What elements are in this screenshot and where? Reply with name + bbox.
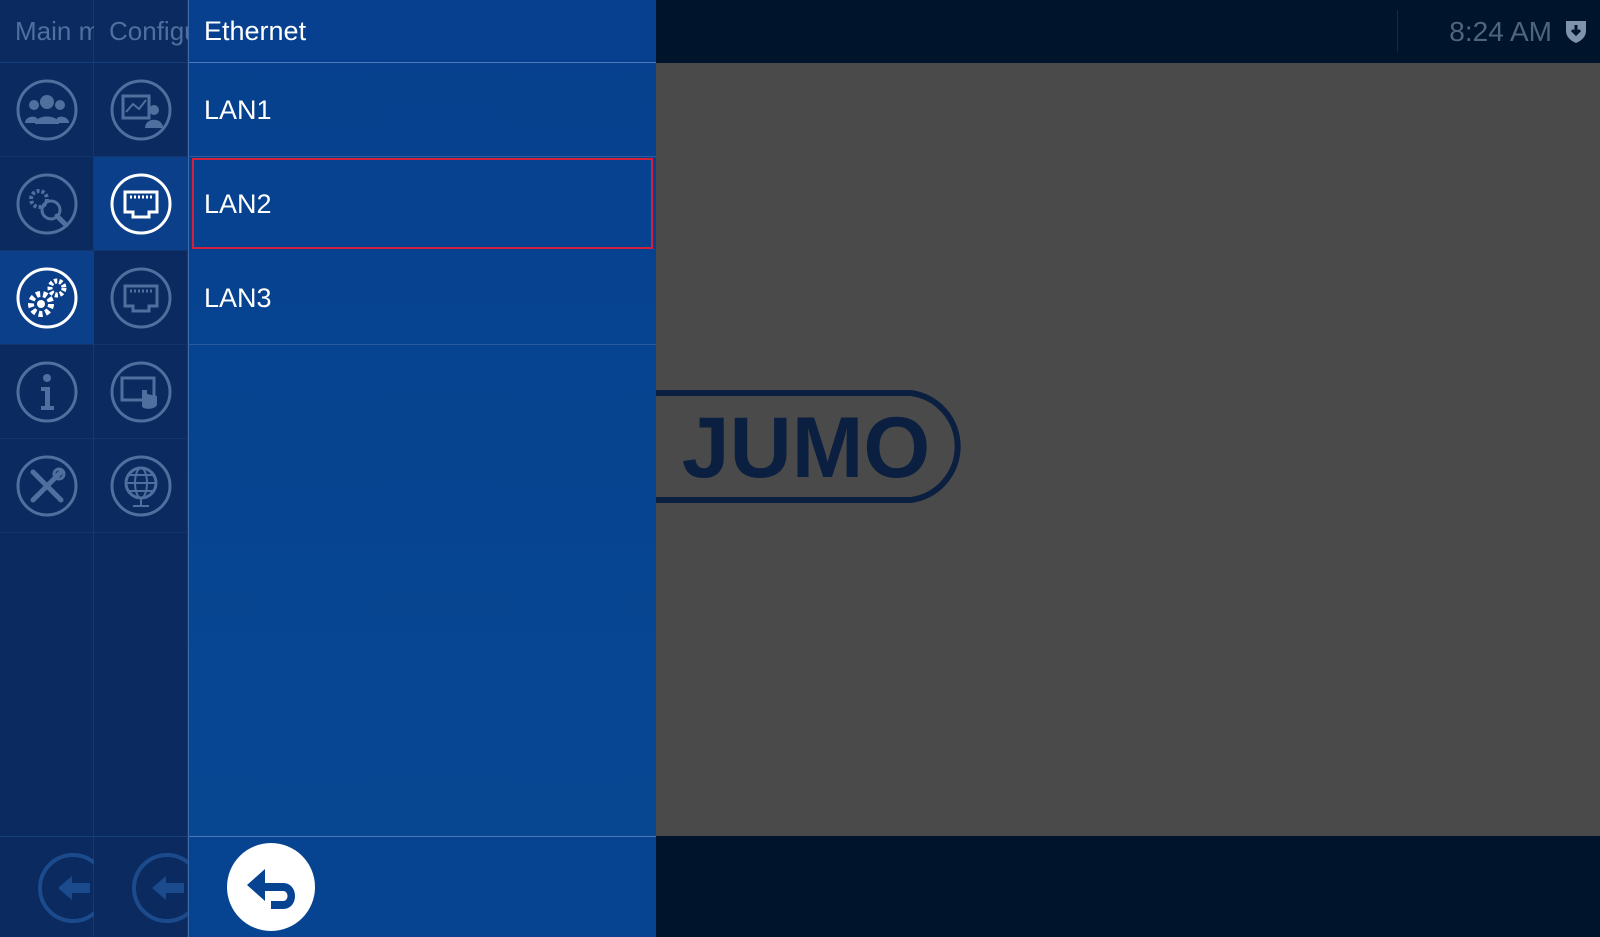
gears-icon: [16, 267, 78, 329]
screen: 8:24 AM JUMO Main menu: [0, 0, 1600, 937]
nav-ethernet[interactable]: [94, 157, 188, 251]
main-menu-column: Main menu: [0, 0, 108, 937]
user-group-icon: [16, 79, 78, 141]
nav-display[interactable]: [94, 345, 188, 439]
ethernet-panel-title: Ethernet: [189, 0, 656, 63]
gear-search-icon: [16, 173, 78, 235]
configuration-column: Configuration: [94, 0, 202, 937]
nav-device-search[interactable]: [0, 157, 94, 251]
main-menu-back-area: [0, 836, 108, 937]
jumo-logo: JUMO: [656, 390, 961, 503]
touch-screen-icon: [110, 361, 172, 423]
ethernet-panel: Ethernet LAN1 LAN2 LAN3: [188, 0, 656, 937]
configuration-back-area: [94, 836, 202, 937]
nav-measurement[interactable]: [94, 63, 188, 157]
return-arrow-icon: [247, 869, 295, 909]
nav-service[interactable]: [0, 439, 94, 533]
bottom-bar: [656, 836, 1600, 937]
ethernet-port-icon: [110, 173, 172, 235]
nav-configuration[interactable]: [0, 251, 94, 345]
nav-information[interactable]: [0, 345, 94, 439]
back-button[interactable]: [227, 843, 315, 931]
main-menu-title: Main menu: [0, 0, 94, 63]
status-divider: [1397, 10, 1398, 52]
tools-icon: [16, 455, 78, 517]
list-item-lan2[interactable]: LAN2: [192, 158, 653, 249]
ethernet-port-icon: [110, 267, 172, 329]
nav-web[interactable]: [94, 439, 188, 533]
globe-icon: [110, 455, 172, 517]
nav-ethernet-secondary[interactable]: [94, 251, 188, 345]
chart-user-icon: [110, 79, 172, 141]
configuration-title: Configuration: [94, 0, 188, 63]
nav-user-management[interactable]: [0, 63, 94, 157]
list-item-lan3[interactable]: LAN3: [189, 251, 656, 345]
list-item-lan1[interactable]: LAN1: [189, 63, 656, 157]
home-content: JUMO: [656, 63, 1600, 836]
clock: 8:24 AM: [1449, 16, 1552, 47]
info-icon: [16, 361, 78, 423]
shield-download-icon[interactable]: [1563, 18, 1589, 44]
logo-text: JUMO: [682, 400, 930, 496]
